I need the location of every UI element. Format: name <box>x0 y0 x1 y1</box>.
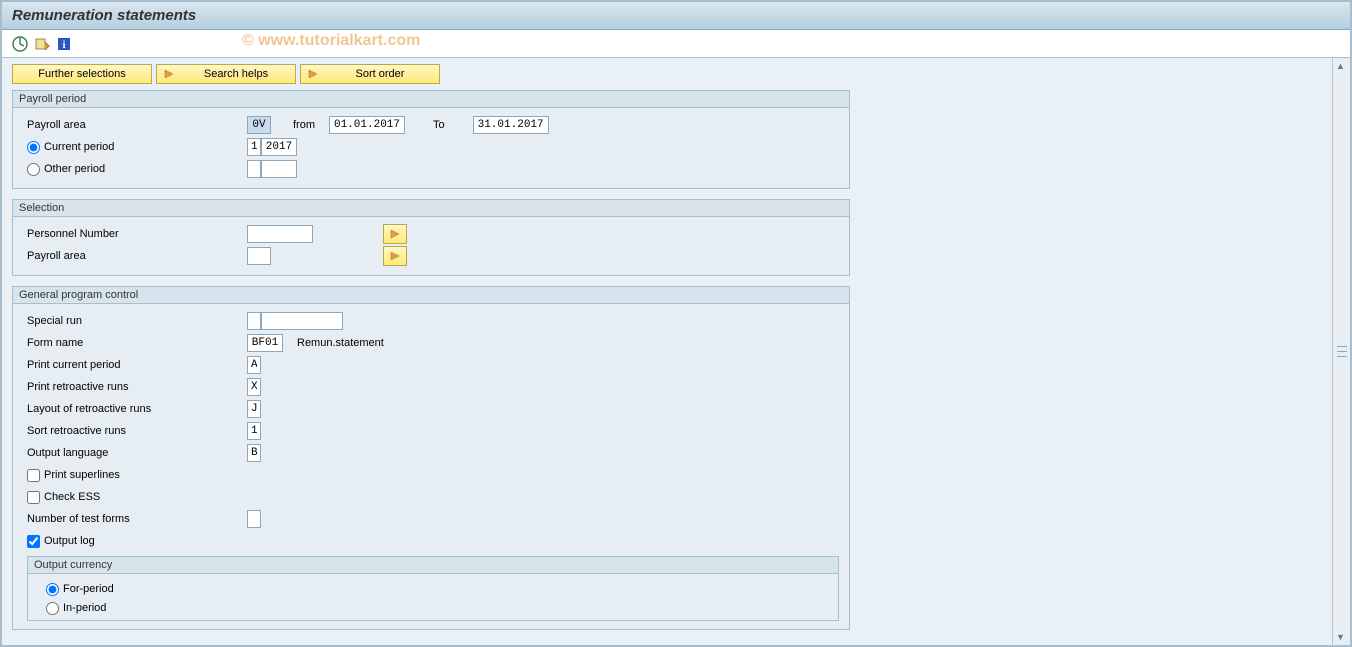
other-period-radio[interactable] <box>27 163 40 176</box>
gpc-group: General program control Special run Form… <box>12 286 850 630</box>
selection-title: Selection <box>13 200 849 217</box>
output-lang-label: Output language <box>27 447 247 459</box>
content-area: Further selections Search helps Sort ord… <box>2 58 1332 645</box>
print-current-label: Print current period <box>27 359 247 371</box>
print-current-field[interactable] <box>247 356 261 374</box>
form-name-label: Form name <box>27 337 247 349</box>
payroll-area-label: Payroll area <box>27 119 247 131</box>
output-log-checkbox[interactable] <box>27 535 40 548</box>
selection-group: Selection Personnel Number Payroll area <box>12 199 850 276</box>
gpc-title: General program control <box>13 287 849 304</box>
payroll-period-title: Payroll period <box>13 91 849 108</box>
form-name-field[interactable] <box>247 334 283 352</box>
info-icon[interactable]: i <box>56 36 72 52</box>
arrow-right-icon <box>163 68 175 80</box>
check-ess-label: Check ESS <box>44 491 100 503</box>
other-period-num-field[interactable] <box>247 160 261 178</box>
personnel-number-label: Personnel Number <box>27 228 247 240</box>
selection-buttons-row: Further selections Search helps Sort ord… <box>12 64 1322 84</box>
in-period-label: In-period <box>63 602 106 614</box>
special-run-label: Special run <box>27 315 247 327</box>
layout-retro-label: Layout of retroactive runs <box>27 403 247 415</box>
scroll-down-icon: ▼ <box>1336 632 1345 642</box>
from-date-field[interactable] <box>329 116 405 134</box>
scroll-up-icon: ▲ <box>1336 61 1345 71</box>
selection-payroll-area-multi-button[interactable] <box>383 246 407 266</box>
selection-payroll-area-label: Payroll area <box>27 250 247 262</box>
print-superlines-label: Print superlines <box>44 469 120 481</box>
watermark-text: © www.tutorialkart.com <box>242 32 420 50</box>
execute-icon[interactable] <box>12 36 28 52</box>
sort-retro-field[interactable] <box>247 422 261 440</box>
personnel-number-multi-button[interactable] <box>383 224 407 244</box>
to-date-field[interactable] <box>473 116 549 134</box>
check-ess-checkbox[interactable] <box>27 491 40 504</box>
for-period-label: For-period <box>63 583 114 595</box>
special-run-field-2[interactable] <box>261 312 343 330</box>
other-period-year-field[interactable] <box>261 160 297 178</box>
svg-text:i: i <box>62 39 65 51</box>
arrow-right-icon <box>307 68 319 80</box>
selection-payroll-area-field[interactable] <box>247 247 271 265</box>
special-run-field-1[interactable] <box>247 312 261 330</box>
payroll-period-group: Payroll period Payroll area from To <box>12 90 850 189</box>
search-helps-label: Search helps <box>183 68 289 80</box>
further-selections-button[interactable]: Further selections <box>12 64 152 84</box>
sort-order-button[interactable]: Sort order <box>300 64 440 84</box>
current-period-year-field[interactable] <box>261 138 297 156</box>
personnel-number-field[interactable] <box>247 225 313 243</box>
scroll-grip-icon <box>1337 344 1347 360</box>
toolbar: i © www.tutorialkart.com <box>2 30 1350 58</box>
other-period-label: Other period <box>44 163 105 175</box>
current-period-radio[interactable] <box>27 141 40 154</box>
vertical-scrollbar[interactable]: ▲ ▼ <box>1332 58 1350 645</box>
output-lang-field[interactable] <box>247 444 261 462</box>
sort-order-label: Sort order <box>327 68 433 80</box>
num-test-field[interactable] <box>247 510 261 528</box>
sort-retro-label: Sort retroactive runs <box>27 425 247 437</box>
content-wrap: Further selections Search helps Sort ord… <box>2 58 1350 645</box>
current-period-num-field[interactable] <box>247 138 261 156</box>
payroll-area-field[interactable] <box>247 116 271 134</box>
output-currency-group: Output currency For-period <box>27 556 839 621</box>
output-log-label: Output log <box>44 535 95 547</box>
print-retro-field[interactable] <box>247 378 261 396</box>
print-superlines-checkbox[interactable] <box>27 469 40 482</box>
current-period-label: Current period <box>44 141 114 153</box>
for-period-radio[interactable] <box>46 583 59 596</box>
in-period-radio[interactable] <box>46 602 59 615</box>
print-retro-label: Print retroactive runs <box>27 381 247 393</box>
page-title: Remuneration statements <box>2 2 1350 30</box>
further-selections-label: Further selections <box>19 68 145 80</box>
layout-retro-field[interactable] <box>247 400 261 418</box>
to-label: To <box>433 119 445 131</box>
form-name-desc: Remun.statement <box>297 337 384 349</box>
from-label: from <box>293 119 315 131</box>
app-frame: Remuneration statements i © www.tutorial… <box>0 0 1352 647</box>
output-currency-title: Output currency <box>28 557 838 574</box>
variant-icon[interactable] <box>34 36 50 52</box>
num-test-label: Number of test forms <box>27 513 247 525</box>
search-helps-button[interactable]: Search helps <box>156 64 296 84</box>
